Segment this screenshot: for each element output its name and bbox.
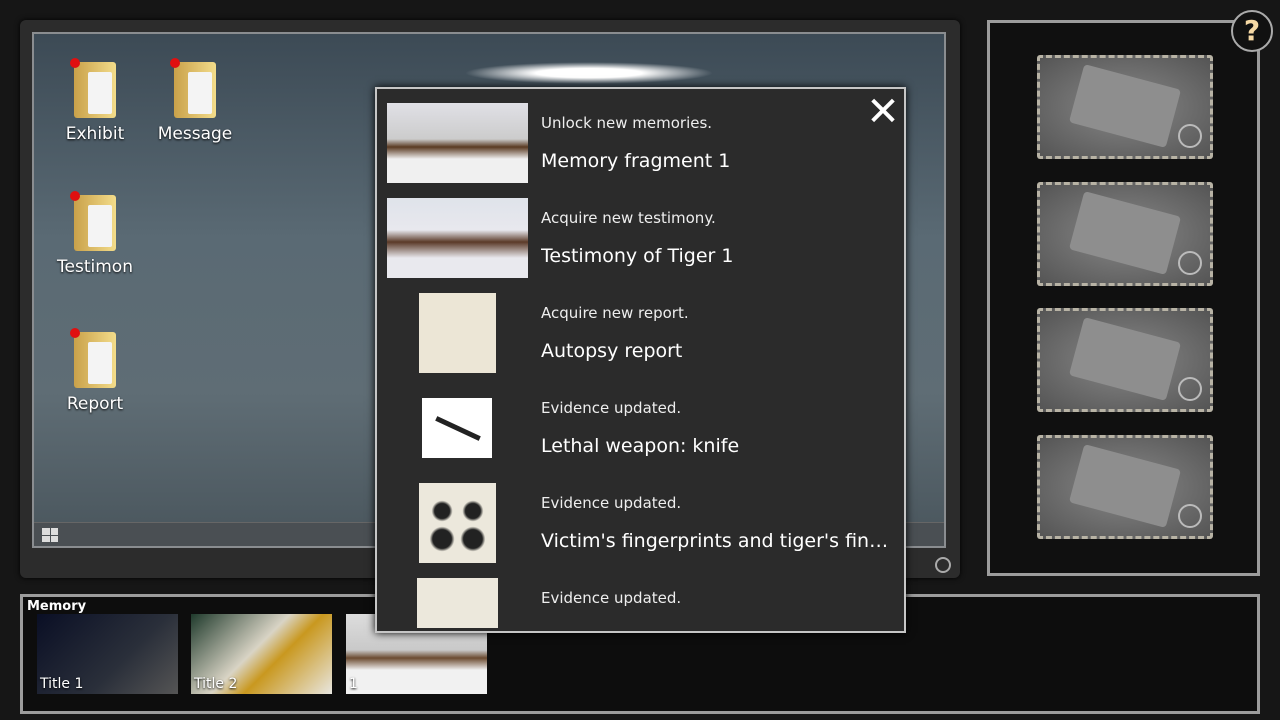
notification-item[interactable]: Evidence updated. Victim's fingerprints … (387, 480, 897, 566)
new-badge (70, 58, 80, 68)
placeholder-shape (1068, 444, 1182, 528)
notification-popup: ✕ Unlock new memories. Memory fragment 1… (375, 87, 906, 633)
ceiling-light (464, 62, 714, 84)
notification-item[interactable]: Evidence updated. Lethal weapon: knife (387, 385, 897, 471)
memory-thumbnail (387, 103, 528, 183)
new-badge (70, 328, 80, 338)
desktop-icon-report[interactable]: Report (50, 328, 140, 414)
desktop-icon-exhibit[interactable]: Exhibit (50, 58, 140, 144)
memory-thumb[interactable]: Title 2 (191, 614, 332, 694)
folder-icon (170, 58, 216, 118)
icon-label: Message (157, 124, 233, 144)
evidence-panel (987, 20, 1260, 576)
item-subtitle: Evidence updated. (541, 399, 682, 417)
memory-thumb[interactable]: Title 1 (37, 614, 178, 694)
fingerprint-thumbnail (419, 483, 496, 563)
item-subtitle: Unlock new memories. (541, 114, 713, 132)
folder-icon (70, 191, 116, 251)
knife-icon (435, 416, 481, 441)
placeholder-shape (1068, 317, 1182, 401)
magnifier-icon (1178, 251, 1202, 275)
item-title: Victim's fingerprints and tiger's finger… (541, 530, 893, 552)
power-icon[interactable] (935, 557, 951, 573)
notification-item[interactable]: Unlock new memories. Memory fragment 1 (387, 100, 897, 186)
placeholder-shape (1068, 64, 1182, 148)
memory-title: 1 (349, 676, 358, 692)
desktop-icon-testimony[interactable]: Testimon (50, 191, 140, 277)
memory-title: Title 2 (194, 676, 238, 692)
desktop-icon-message[interactable]: Message (150, 58, 240, 144)
start-button[interactable] (42, 528, 58, 542)
help-button[interactable]: ? (1231, 10, 1273, 52)
item-subtitle: Acquire new report. (541, 304, 689, 322)
evidence-slot[interactable] (1037, 182, 1213, 286)
item-subtitle: Acquire new testimony. (541, 209, 716, 227)
item-title: Autopsy report (541, 340, 683, 362)
item-subtitle: Evidence updated. (541, 589, 682, 607)
evidence-slot[interactable] (1037, 435, 1213, 539)
item-subtitle: Evidence updated. (541, 494, 682, 512)
icon-label: Exhibit (65, 124, 125, 144)
placeholder-shape (1068, 191, 1182, 275)
folder-icon (70, 328, 116, 388)
knife-thumbnail (422, 398, 492, 458)
testimony-thumbnail (387, 198, 528, 278)
folder-icon (70, 58, 116, 118)
item-title: Testimony of Tiger 1 (541, 245, 734, 267)
item-title: Memory fragment 1 (541, 150, 731, 172)
notification-item[interactable]: Acquire new testimony. Testimony of Tige… (387, 195, 897, 281)
evidence-slot[interactable] (1037, 308, 1213, 412)
evidence-slot[interactable] (1037, 55, 1213, 159)
magnifier-icon (1178, 377, 1202, 401)
item-title: Lethal weapon: knife (541, 435, 740, 457)
new-badge (70, 191, 80, 201)
new-badge (170, 58, 180, 68)
memory-label: Memory (27, 599, 87, 614)
footprint-thumbnail (417, 578, 498, 628)
icon-label: Testimon (57, 257, 133, 277)
notification-item[interactable]: Evidence updated. (387, 575, 897, 631)
notification-item[interactable]: Acquire new report. Autopsy report (387, 290, 897, 376)
icon-label: Report (66, 394, 124, 414)
report-thumbnail (419, 293, 496, 373)
memory-title: Title 1 (40, 676, 84, 692)
magnifier-icon (1178, 504, 1202, 528)
magnifier-icon (1178, 124, 1202, 148)
